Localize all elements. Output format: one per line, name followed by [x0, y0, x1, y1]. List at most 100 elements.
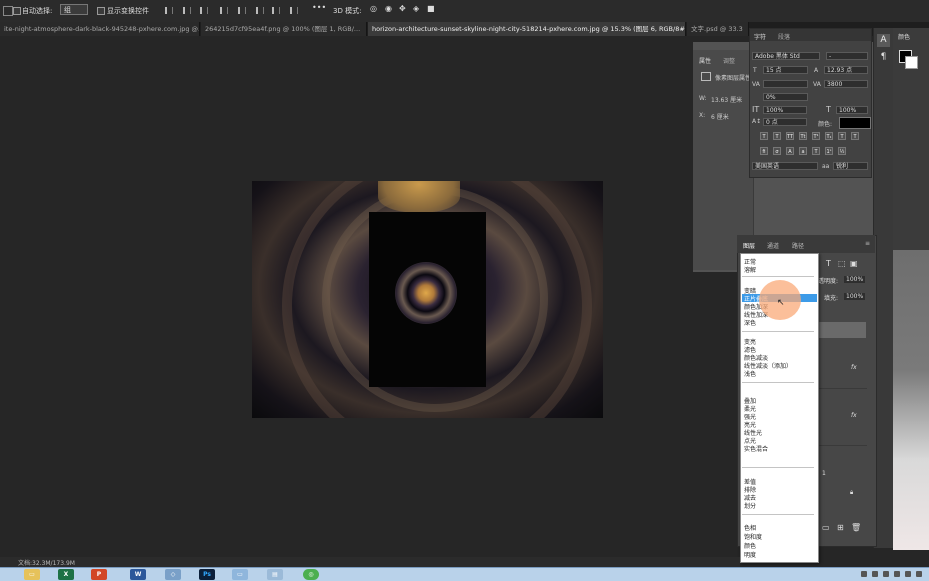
align-left-icon[interactable]: [165, 7, 173, 14]
blend-item[interactable]: 实色混合: [744, 444, 768, 453]
type-tool-icon[interactable]: A: [877, 34, 890, 47]
tab-paragraph[interactable]: 段落: [778, 32, 790, 41]
ordinals-icon[interactable]: 1ˢ: [825, 147, 833, 155]
tray-icon[interactable]: [861, 571, 867, 577]
panel-menu-icon[interactable]: ≡: [865, 240, 870, 247]
strikethrough-icon[interactable]: T: [851, 132, 859, 140]
antialias-select[interactable]: 锐利: [833, 162, 868, 170]
blend-item[interactable]: 色相: [744, 523, 756, 532]
filter-type-icon[interactable]: T: [826, 259, 831, 268]
doc-tab[interactable]: 264215d7cf95ea4f.png @ 100% (图层 1, RGB/.…: [201, 22, 367, 36]
tab-properties[interactable]: 属性: [699, 56, 711, 65]
more-options-icon[interactable]: •••: [312, 3, 326, 12]
3d-slide-icon[interactable]: ◈: [413, 4, 419, 13]
blend-item[interactable]: 颜色: [744, 541, 756, 550]
blend-item[interactable]: 饱和度: [744, 532, 762, 541]
tracking-input[interactable]: 3800: [824, 80, 868, 88]
blend-item[interactable]: 溶解: [744, 265, 756, 274]
align-top-icon[interactable]: [220, 7, 228, 14]
distribute-vcenter-icon[interactable]: [256, 7, 264, 14]
opacity-input[interactable]: 100%: [844, 276, 866, 283]
align-hcenter-icon[interactable]: [183, 7, 191, 14]
paragraph-icon[interactable]: ¶: [877, 52, 890, 63]
filter-smart-icon[interactable]: ▣: [850, 259, 858, 268]
3d-pan-icon[interactable]: ✥: [399, 4, 406, 13]
scale-input[interactable]: 0%: [763, 93, 808, 101]
3d-roll-icon[interactable]: ◉: [385, 4, 392, 13]
language-select[interactable]: 美国英语: [752, 162, 818, 170]
underline-icon[interactable]: T: [838, 132, 846, 140]
doc-tab[interactable]: ite-night-atmosphere-dark-black-945248-p…: [0, 22, 200, 36]
filter-shape-icon[interactable]: ⬚: [838, 259, 846, 268]
window-taskbar-icon[interactable]: ▭: [232, 569, 248, 580]
subscript-icon[interactable]: T₁: [825, 132, 833, 140]
lock-icon[interactable]: 🔒︎: [850, 489, 853, 497]
new-layer-icon[interactable]: ⊞: [837, 523, 844, 532]
vertical-scale-input[interactable]: 100%: [763, 106, 807, 114]
ligatures-icon[interactable]: fi: [760, 147, 768, 155]
browser-taskbar-icon[interactable]: ◎: [303, 569, 319, 580]
tab-character[interactable]: 字符: [754, 32, 766, 41]
tab-channels[interactable]: 通道: [767, 241, 779, 250]
tray-icon[interactable]: [872, 571, 878, 577]
photoshop-taskbar-icon[interactable]: Ps: [199, 569, 215, 580]
blend-item[interactable]: 深色: [744, 318, 756, 327]
kerning-input[interactable]: [763, 80, 808, 88]
doc-tab-active[interactable]: horizon-architecture-sunset-skyline-nigh…: [368, 22, 686, 36]
tab-adjustments[interactable]: 调整: [723, 56, 735, 65]
faux-italic-icon[interactable]: T: [773, 132, 781, 140]
layer-effects-icon[interactable]: fx: [851, 364, 857, 371]
tray-icon[interactable]: [916, 571, 922, 577]
move-tool-icon[interactable]: [3, 6, 13, 16]
color-gradient-picker[interactable]: [893, 250, 929, 550]
excel-taskbar-icon[interactable]: X: [58, 569, 74, 580]
font-style-select[interactable]: -: [826, 52, 868, 60]
layer-effects-icon[interactable]: fx: [851, 412, 857, 419]
auto-select-dropdown[interactable]: 组: [60, 4, 88, 15]
tab-paths[interactable]: 路径: [792, 241, 804, 250]
new-group-icon[interactable]: ▭: [822, 523, 830, 532]
tray-icon[interactable]: [905, 571, 911, 577]
baseline-shift-input[interactable]: 0 点: [763, 118, 807, 126]
swash-icon[interactable]: A: [786, 147, 794, 155]
tray-icon[interactable]: [883, 571, 889, 577]
align-right-icon[interactable]: [200, 7, 208, 14]
text-color-swatch[interactable]: [839, 117, 871, 129]
auto-select-checkbox[interactable]: [13, 7, 21, 15]
superscript-icon[interactable]: T¹: [812, 132, 820, 140]
horizontal-scale-input[interactable]: 100%: [836, 106, 868, 114]
background-color-swatch[interactable]: [905, 56, 918, 69]
blend-item[interactable]: 划分: [744, 501, 756, 510]
old-style-icon[interactable]: σ: [773, 147, 781, 155]
blend-item[interactable]: 浅色: [744, 369, 756, 378]
leading-input[interactable]: 12.93 点: [824, 66, 868, 74]
font-family-select[interactable]: Adobe 黑体 Std: [752, 52, 820, 60]
distribute-left-icon[interactable]: [290, 7, 298, 14]
tab-layers[interactable]: 图层: [743, 241, 755, 250]
fill-input[interactable]: 100%: [844, 293, 866, 300]
explorer-taskbar-icon[interactable]: ▭: [24, 569, 40, 580]
delete-layer-icon[interactable]: 🗑︎: [851, 523, 861, 532]
width-value[interactable]: 13.63 厘米: [711, 95, 742, 104]
doc-tab[interactable]: 文字.psd @ 33.3: [687, 22, 749, 36]
3d-scale-icon[interactable]: ■: [427, 4, 435, 13]
network-taskbar-icon[interactable]: ◇: [165, 569, 181, 580]
show-transform-checkbox[interactable]: [97, 7, 105, 15]
distribute-top-icon[interactable]: [238, 7, 246, 14]
small-caps-icon[interactable]: Tt: [799, 132, 807, 140]
all-caps-icon[interactable]: TT: [786, 132, 794, 140]
folder-taskbar-icon[interactable]: ▤: [267, 569, 283, 580]
3d-rotate-icon[interactable]: ◎: [370, 4, 377, 13]
distribute-bottom-icon[interactable]: [272, 7, 280, 14]
tray-icon[interactable]: [894, 571, 900, 577]
titling-icon[interactable]: T: [812, 147, 820, 155]
font-size-input[interactable]: 15 点: [763, 66, 808, 74]
word-taskbar-icon[interactable]: W: [130, 569, 146, 580]
powerpoint-taskbar-icon[interactable]: P: [91, 569, 107, 580]
layer-row-selected[interactable]: [818, 322, 866, 338]
x-value[interactable]: 6 厘米: [711, 112, 729, 121]
blend-item[interactable]: 明度: [744, 550, 756, 559]
fractions-icon[interactable]: ½: [838, 147, 846, 155]
faux-bold-icon[interactable]: T: [760, 132, 768, 140]
stylistic-icon[interactable]: a: [799, 147, 807, 155]
